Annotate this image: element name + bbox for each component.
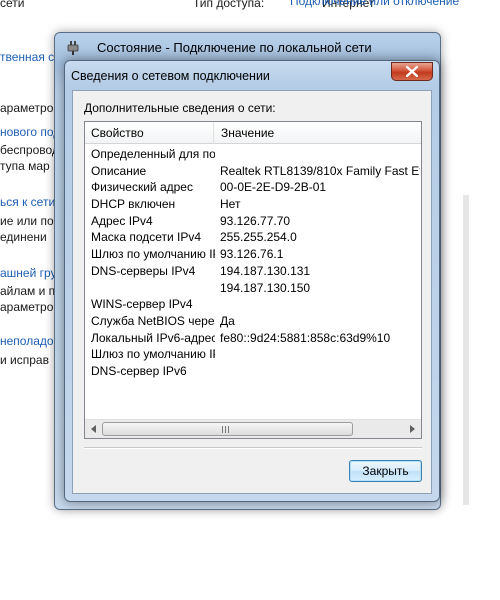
- row-property: Описание: [91, 163, 147, 178]
- row-property: Шлюз по умолчанию IP...: [91, 347, 215, 362]
- bg-fragment-1[interactable]: твенная се: [0, 50, 61, 64]
- row-value: 194.187.130.150: [220, 280, 311, 295]
- bg-fragment-12[interactable]: неполадо: [0, 334, 54, 348]
- network-plug-icon: [67, 41, 79, 55]
- table-row[interactable]: DNS-сервер IPv6: [85, 363, 421, 380]
- details-client-area: Дополнительные сведения о сети: Свойство…: [72, 90, 432, 494]
- bg-fragment-6[interactable]: ься к сети: [0, 195, 55, 209]
- row-value: 255.255.254.0: [220, 230, 297, 245]
- bg-fragment-11: араметро: [0, 300, 54, 314]
- table-row[interactable]: Шлюз по умолчанию IP...: [85, 346, 421, 363]
- bg-fragment-0: сети: [0, 0, 25, 10]
- row-property: DHCP включен: [91, 197, 176, 212]
- row-property: Определенный для по...: [91, 147, 215, 161]
- row-value: 00-0E-2E-D9-2B-01: [220, 180, 327, 195]
- row-value: fe80::9d24:5881:858c:63d9%10: [220, 330, 391, 345]
- additional-info-label: Дополнительные сведения о сети:: [84, 101, 276, 115]
- horizontal-scrollbar[interactable]: [85, 419, 421, 438]
- row-property: Служба NetBIOS через...: [91, 313, 215, 328]
- bg-fragment-5: тупа мар: [0, 159, 50, 173]
- connect-disconnect-link[interactable]: Подключение или отключение: [290, 0, 459, 8]
- table-row[interactable]: Определенный для по...: [85, 146, 421, 163]
- table-row[interactable]: Локальный IPv6-адрес... fe80::9d24:5881:8…: [85, 330, 421, 347]
- table-row[interactable]: WINS-сервер IPv4: [85, 296, 421, 313]
- list-header: Свойство Значение: [85, 122, 421, 144]
- row-property: WINS-сервер IPv4: [91, 297, 193, 312]
- row-value: 93.126.76.1: [220, 247, 284, 262]
- row-property: Локальный IPv6-адрес...: [91, 330, 215, 345]
- row-property: Физический адрес: [91, 180, 193, 195]
- table-row[interactable]: Физический адрес 00-0E-2E-D9-2B-01: [85, 179, 421, 196]
- row-value: 93.126.77.70: [220, 213, 291, 228]
- list-rows: Определенный для по... Описание Realtek RT…: [85, 146, 421, 380]
- table-row[interactable]: Маска подсети IPv4 255.255.254.0: [85, 229, 421, 246]
- bg-fragment-3[interactable]: нового под: [0, 125, 60, 139]
- table-row[interactable]: DNS-серверы IPv4 194.187.130.131: [85, 263, 421, 280]
- bg-fragment-8: единени: [0, 230, 47, 244]
- bg-fragment-4: беспровод: [0, 143, 59, 157]
- scroll-left-arrow-icon[interactable]: [91, 425, 96, 433]
- access-type-label: Тип доступа:: [193, 0, 265, 10]
- row-value: Realtek RTL8139/810x Family Fast Ether: [220, 163, 420, 178]
- row-value: 194.187.130.131: [220, 263, 311, 278]
- row-property: Шлюз по умолчанию IP...: [91, 247, 215, 262]
- background-scrollbar[interactable]: [463, 195, 469, 505]
- details-window: Сведения о сетевом подключении Дополните…: [64, 60, 440, 502]
- row-property: Маска подсети IPv4: [91, 230, 202, 245]
- table-row[interactable]: Шлюз по умолчанию IP... 93.126.76.1: [85, 246, 421, 263]
- bg-fragment-10: айлам и пр: [0, 284, 62, 298]
- divider: [84, 447, 422, 449]
- details-window-title: Сведения о сетевом подключении: [71, 69, 270, 83]
- bg-fragment-13: и исправ: [0, 353, 49, 367]
- status-window-title: Состояние - Подключение по локальной сет…: [97, 40, 372, 55]
- column-header-property[interactable]: Свойство: [85, 122, 214, 144]
- table-row[interactable]: 194.187.130.150: [85, 280, 421, 297]
- row-value: Да: [220, 313, 235, 328]
- close-button[interactable]: Закрыть: [349, 460, 422, 482]
- table-row[interactable]: Служба NetBIOS через... Да: [85, 313, 421, 330]
- scroll-right-arrow-icon[interactable]: [410, 425, 415, 433]
- network-details-list[interactable]: Свойство Значение Определенный для по...…: [84, 121, 422, 439]
- table-row[interactable]: DHCP включен Нет: [85, 196, 421, 213]
- bg-fragment-7: ие или по: [0, 214, 54, 228]
- grip-icon: [222, 426, 231, 433]
- close-icon: [406, 66, 418, 77]
- column-header-value[interactable]: Значение: [215, 122, 274, 144]
- window-close-button[interactable]: [391, 62, 433, 81]
- table-row[interactable]: Описание Realtek RTL8139/810x Family Fast…: [85, 163, 421, 180]
- row-property: Адрес IPv4: [91, 213, 153, 228]
- scrollbar-thumb[interactable]: [102, 422, 353, 436]
- row-property: DNS-серверы IPv4: [91, 263, 196, 278]
- bg-fragment-2: араметро: [0, 101, 54, 115]
- row-value: Нет: [220, 197, 241, 212]
- row-property: DNS-сервер IPv6: [91, 363, 187, 378]
- bg-fragment-9[interactable]: ашней гру: [0, 266, 57, 280]
- table-row[interactable]: Адрес IPv4 93.126.77.70: [85, 213, 421, 230]
